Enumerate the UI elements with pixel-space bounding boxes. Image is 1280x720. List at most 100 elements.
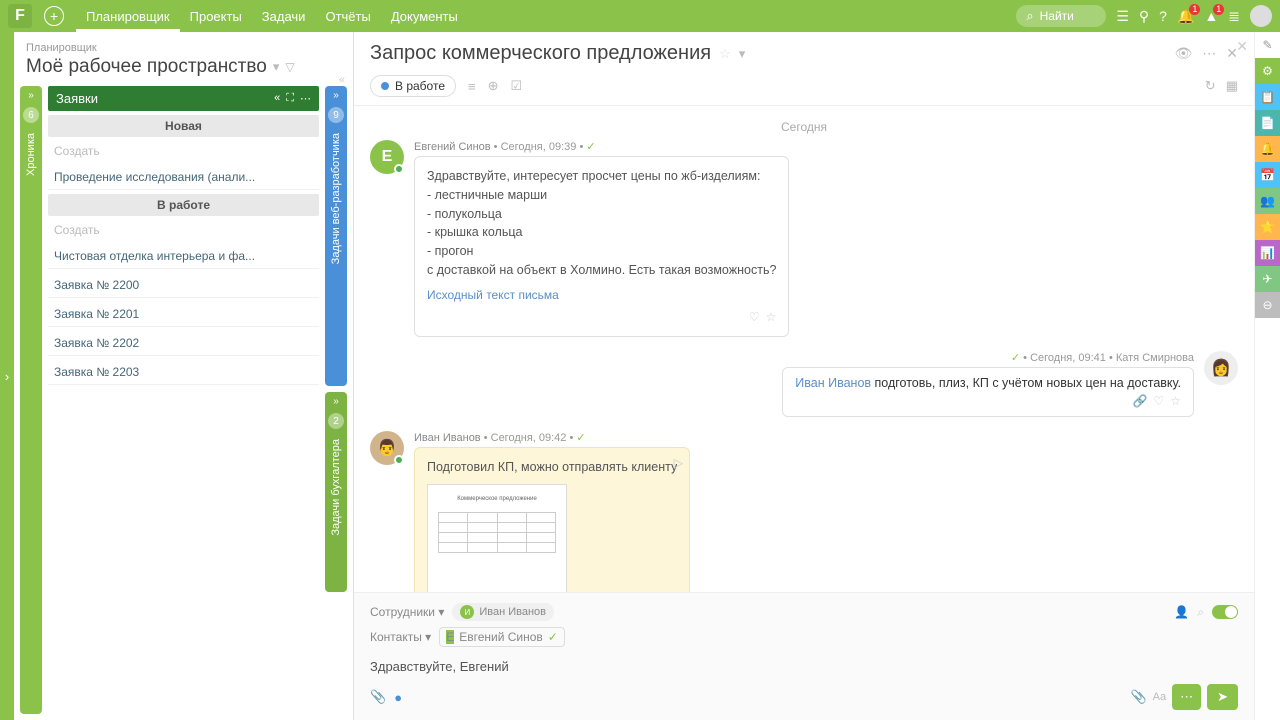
notification-icon[interactable]: ▲1	[1204, 8, 1218, 24]
task-card[interactable]: Заявка № 2202	[48, 331, 319, 356]
clip-icon[interactable]: 📎	[1130, 689, 1146, 705]
search-box[interactable]: ⌕	[1016, 5, 1106, 27]
menu-icon[interactable]: ☰	[1116, 8, 1129, 25]
rail-item[interactable]: ⊖	[1255, 292, 1280, 318]
dropdown-icon[interactable]: ▾	[273, 59, 280, 75]
calendar-icon[interactable]: ▦	[1226, 78, 1238, 94]
check-icon: ✓	[1011, 352, 1020, 364]
section-new: Новая	[48, 115, 319, 137]
blue-dot-icon: ●	[394, 690, 402, 705]
message-composer: ✕ Сотрудники ▾ ИИван Иванов 👤 ⌕ Контакты…	[354, 592, 1254, 720]
right-rail: ✎ ⚙ 📋 📄 🔔 📅 👥 ⭐ 📊 ✈ ⊖	[1254, 32, 1280, 720]
help-icon[interactable]: ?	[1159, 8, 1167, 24]
nav-tasks[interactable]: Задачи	[252, 1, 316, 32]
employees-dropdown[interactable]: Сотрудники ▾	[370, 605, 444, 619]
search-icon[interactable]: ⌕	[1197, 605, 1204, 620]
search-input[interactable]	[1040, 9, 1100, 23]
message-bubble[interactable]: ▷ Подготовил КП, можно отправлять клиент…	[414, 447, 690, 593]
column-tab-webdev[interactable]: » 9 Задачи веб-разработчика	[325, 86, 347, 386]
nav-planner[interactable]: Планировщик	[76, 1, 180, 32]
star-icon[interactable]: ☆	[766, 308, 777, 326]
nav-documents[interactable]: Документы	[381, 1, 468, 32]
column-header[interactable]: Заявки « ⛶ ⋯	[48, 86, 319, 111]
chevrons-icon: »	[333, 90, 339, 101]
column-tab-chronicle[interactable]: » 6 Хроника	[20, 86, 42, 714]
collapse-sidebar-icon[interactable]: «	[339, 74, 345, 86]
column-tab-accountant[interactable]: » 2 Задачи бухгалтера	[325, 392, 347, 592]
task-card[interactable]: Заявка № 2201	[48, 302, 319, 327]
person-icon[interactable]: 👤	[1174, 605, 1189, 619]
pin-icon[interactable]: ⚲	[1139, 8, 1149, 25]
user-avatar[interactable]	[1250, 5, 1272, 27]
rail-item[interactable]: ✈	[1255, 266, 1280, 292]
collapse-column-icon[interactable]: «	[274, 92, 280, 105]
employee-chip[interactable]: ИИван Иванов	[452, 603, 554, 621]
message-bubble[interactable]: Здравствуйте, интересует просчет цены по…	[414, 156, 789, 337]
more-icon[interactable]: ⋯	[1202, 45, 1216, 62]
left-rail-expand[interactable]: ›	[0, 32, 14, 720]
rail-edit-icon[interactable]: ✎	[1255, 32, 1280, 58]
nav-reports[interactable]: Отчёты	[315, 1, 380, 32]
text-format-icon[interactable]: Aa	[1153, 691, 1166, 703]
attachment-preview[interactable]: Коммерческое предложение PDF	[427, 484, 567, 592]
original-email-link[interactable]: Исходный текст письма	[427, 286, 776, 304]
task-card[interactable]: Чистовая отделка интерьера и фа...	[48, 244, 319, 269]
rail-item[interactable]: 📅	[1255, 162, 1280, 188]
task-title: Запрос коммерческого предложения	[370, 42, 711, 65]
visibility-icon[interactable]: 👁	[1174, 45, 1192, 62]
check-icon: ✓	[586, 141, 595, 153]
column-header-label: Заявки	[56, 91, 98, 106]
task-panel: Запрос коммерческого предложения ☆ ▾ 👁 ⋯…	[354, 32, 1254, 720]
avatar[interactable]: Е	[370, 140, 404, 174]
like-icon[interactable]: ♡	[1153, 394, 1164, 408]
message-bubble[interactable]: Иван Иванов подготовь, плиз, КП с учётом…	[782, 367, 1194, 417]
rail-item[interactable]: 🔔	[1255, 136, 1280, 162]
close-composer-icon[interactable]: ✕	[1236, 38, 1248, 55]
online-dot-icon	[394, 164, 404, 174]
add-button[interactable]: +	[44, 6, 64, 26]
attach-icon[interactable]: 📎	[370, 689, 386, 705]
rail-item[interactable]: ⚙	[1255, 58, 1280, 84]
layers-icon[interactable]: ≣	[1228, 8, 1240, 25]
link-icon[interactable]: 🔗	[1133, 394, 1148, 408]
task-card[interactable]: Заявка № 2200	[48, 273, 319, 298]
create-link-new[interactable]: Создать	[48, 141, 319, 161]
mention-link[interactable]: Иван Иванов	[795, 376, 871, 390]
task-card[interactable]: Проведение исследования (анали...	[48, 165, 319, 190]
chevrons-icon: »	[333, 396, 339, 407]
topbar: F + Планировщик Проекты Задачи Отчёты До…	[0, 0, 1280, 32]
refresh-icon[interactable]: ↻	[1205, 78, 1216, 94]
rail-item[interactable]: 👥	[1255, 188, 1280, 214]
rail-item[interactable]: 📊	[1255, 240, 1280, 266]
task-card[interactable]: Заявка № 2203	[48, 360, 319, 385]
avatar[interactable]: 👩	[1204, 351, 1238, 385]
status-selector[interactable]: В работе	[370, 75, 456, 97]
more-icon[interactable]: ⋯	[300, 92, 311, 105]
rail-item[interactable]: 📋	[1255, 84, 1280, 110]
more-options-button[interactable]: ⋯	[1172, 684, 1201, 710]
bell-icon[interactable]: 🔔1	[1177, 8, 1194, 25]
like-icon[interactable]: ♡	[749, 308, 760, 326]
message-text: Здравствуйте, интересует просчет цены по…	[427, 167, 776, 280]
pin-icon[interactable]: ▷	[674, 454, 684, 473]
create-link-work[interactable]: Создать	[48, 220, 319, 240]
filter-icon[interactable]: ▽	[285, 60, 294, 74]
add-field-icon[interactable]: ⊕	[488, 78, 499, 94]
rail-item[interactable]: 📄	[1255, 110, 1280, 136]
message-input[interactable]	[370, 653, 1238, 680]
workspace-title: Моё рабочее пространство	[26, 56, 267, 78]
checklist-icon[interactable]: ☑	[511, 78, 523, 94]
send-button[interactable]: ➤	[1207, 684, 1238, 710]
expand-icon[interactable]: ⛶	[286, 92, 294, 105]
rail-item[interactable]: ⭐	[1255, 214, 1280, 240]
star-icon[interactable]: ☆	[719, 46, 731, 62]
star-icon[interactable]: ☆	[1170, 394, 1181, 408]
app-logo[interactable]: F	[8, 4, 32, 28]
nav-projects[interactable]: Проекты	[180, 1, 252, 32]
avatar[interactable]: 👨	[370, 431, 404, 465]
description-icon[interactable]: ≡	[468, 79, 476, 94]
dropdown-icon[interactable]: ▾	[739, 46, 746, 62]
toggle-switch[interactable]	[1212, 605, 1238, 619]
contacts-dropdown[interactable]: Контакты ▾	[370, 630, 431, 644]
contact-chip[interactable]: Е Евгений Синов ✓	[439, 627, 565, 647]
